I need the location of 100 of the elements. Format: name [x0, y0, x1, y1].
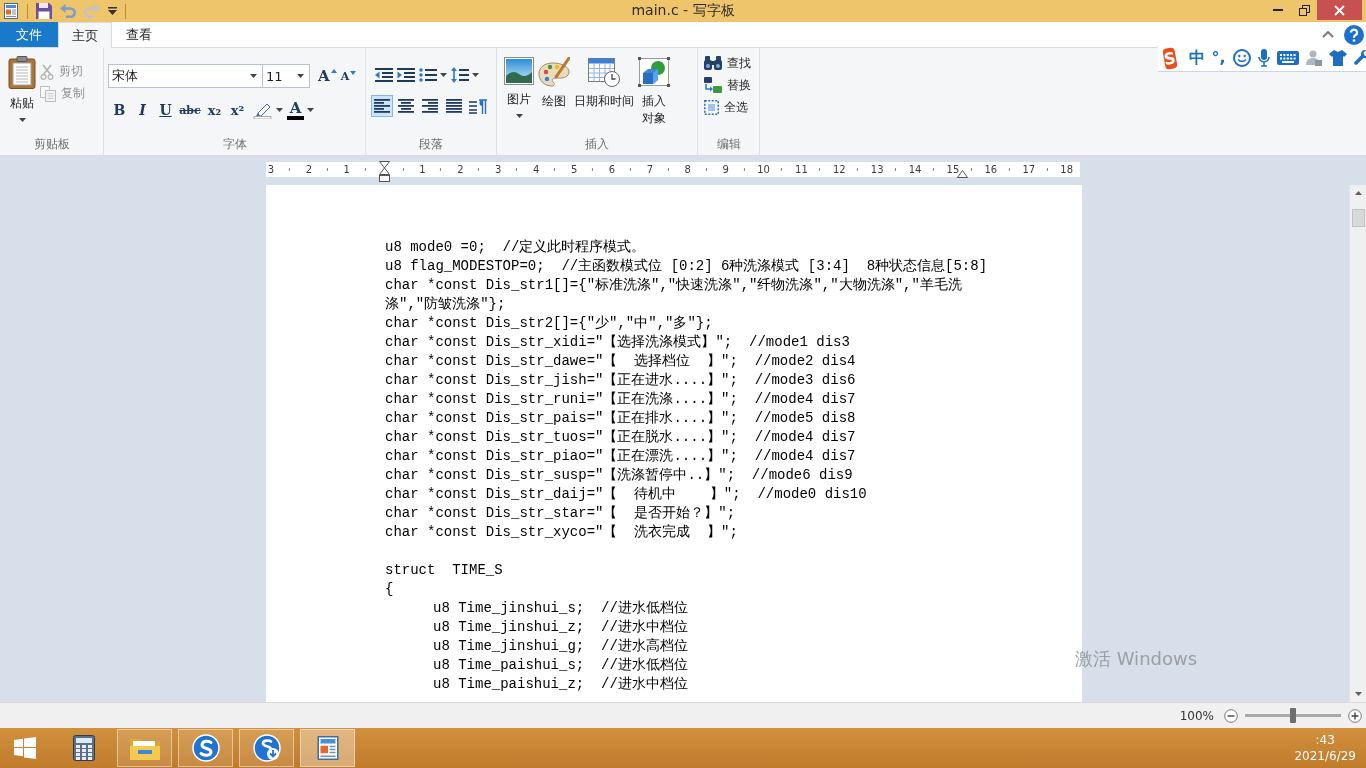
insert-object-button[interactable]: 插入对象 [636, 57, 672, 133]
punctuation-toggle[interactable]: °, [1211, 50, 1226, 66]
underline-button[interactable]: U [154, 99, 177, 121]
clock-date: 2021/6/29 [1294, 748, 1356, 764]
ime-logo[interactable]: S [1162, 46, 1178, 70]
align-justify-icon [446, 99, 462, 113]
code-line: char *const Dis_str1[]={"标准洗涤","快速洗涤","纤物洗涤","大物洗涤","羊毛洗 [385, 276, 962, 295]
code-line: { [385, 580, 394, 599]
ruler-number: 18 [1060, 164, 1073, 175]
scroll-thumb[interactable] [1351, 209, 1365, 227]
caret-down-icon[interactable] [108, 7, 117, 15]
browser-button[interactable] [178, 729, 233, 767]
line-spacing-icon [451, 67, 469, 83]
picture-button[interactable]: 图片 [502, 57, 536, 133]
paint-button[interactable]: 绘图 [536, 57, 572, 133]
font-size-dropdown[interactable]: 11 [262, 64, 310, 88]
group-label: 插入 [584, 135, 610, 153]
italic-button[interactable]: I [131, 99, 154, 121]
caret-down-icon [297, 74, 304, 78]
download-icon [252, 734, 281, 762]
ruler-number: 14 [908, 164, 922, 175]
caret-down-icon [276, 108, 283, 112]
code-line: char *const Dis_str_susp="【洗涤暂停中..】"; //mode6 dis9 [385, 466, 853, 485]
code-line: 涤","防皱洗涤"}; [385, 295, 506, 314]
activation-notice: 激活 Windows [1075, 647, 1198, 671]
wordpad-button[interactable] [300, 729, 355, 767]
shirt-icon[interactable] [1328, 50, 1347, 66]
user-icon[interactable] [1305, 50, 1322, 66]
pilcrow-icon [469, 98, 487, 114]
bold-button[interactable]: B [108, 99, 131, 121]
clipboard-icon [8, 56, 36, 89]
caret-up-icon[interactable] [1354, 191, 1362, 195]
ruler-number: 6 [608, 164, 616, 175]
hourglass-marker-icon[interactable] [379, 161, 390, 182]
help-icon[interactable] [1344, 24, 1364, 45]
ruler-number: 12 [832, 164, 846, 175]
date-time-button[interactable]: 日期和时间 [572, 57, 636, 133]
keyboard-icon[interactable] [1276, 51, 1299, 65]
code-line: char *const Dis_str_xyco="【 洗衣完成 】"; [385, 523, 738, 542]
window-title: main.c - 写字板 [631, 2, 735, 20]
smiley-icon[interactable] [1232, 49, 1251, 67]
triangle-marker-icon[interactable] [957, 170, 968, 178]
group-label: 字体 [221, 135, 248, 153]
ruler-number: 2 [305, 164, 312, 175]
select-all-button[interactable]: 全选 [704, 96, 759, 118]
ruler-number: 5 [570, 164, 578, 175]
input-mode-toggle[interactable]: 中 [1188, 50, 1205, 66]
wrench-icon[interactable] [1353, 50, 1366, 66]
align-right-icon [422, 99, 438, 113]
code-line: char *const Dis_str_jish="【正在进水....】"; //mode3 dis6 [385, 371, 856, 390]
close-button[interactable] [1317, 0, 1362, 20]
caret-down-icon [18, 118, 26, 122]
restore-icon [1298, 4, 1310, 16]
caret-down-icon [440, 73, 447, 77]
outdent-icon [375, 68, 393, 82]
document-icon [315, 736, 340, 760]
close-icon [1334, 4, 1345, 16]
code-line: struct TIME_S [385, 561, 503, 580]
code-line: char *const Dis_str_runi="【正在洗涤....】"; //mode4 dis7 [385, 390, 856, 409]
ruler-number: 4 [533, 164, 540, 175]
ribbon-tab[interactable]: 主页 [58, 22, 112, 48]
align-center-icon [398, 99, 414, 113]
code-line: char *const Dis_str_daij="【 待机中 】"; //mode0 dis10 [385, 485, 867, 504]
save-icon[interactable] [36, 3, 52, 19]
font-family-dropdown[interactable]: 宋体 [108, 64, 263, 88]
replace-button[interactable]: 替换 [704, 74, 759, 96]
zoom-percentage: 100% [1179, 708, 1214, 723]
font-color-button[interactable]: A [287, 99, 314, 121]
paste-button[interactable]: 粘贴 [6, 56, 38, 133]
caret-down-icon[interactable] [1354, 692, 1362, 696]
strikethrough-button[interactable]: abc [177, 99, 203, 121]
code-line: u8 mode0 =0; //定义此时程序模式。 [385, 238, 646, 257]
find-button[interactable]: 查找 [704, 52, 759, 74]
downloader-button[interactable] [239, 729, 294, 767]
align-left-button[interactable] [371, 95, 393, 117]
zoom-out-icon[interactable] [1224, 708, 1238, 723]
caret-down-icon [307, 108, 314, 112]
code-line: char *const Dis_str_tuos="【正在脱水....】"; //mode4 dis7 [385, 428, 856, 447]
ruler-number: 13 [870, 164, 884, 175]
swatch-icon [287, 115, 304, 120]
code-line: u8 Time_jinshui_g; //进水高档位 [432, 637, 688, 656]
code-line: char *const Dis_str_star="【 是否开始？】"; [385, 504, 736, 523]
binoculars-icon [704, 56, 722, 70]
file-explorer-button[interactable] [117, 729, 172, 767]
microphone-icon[interactable] [1257, 49, 1270, 67]
ribbon-tab[interactable]: 文件 [0, 22, 58, 47]
zoom-in-icon[interactable] [1348, 708, 1362, 723]
caret-down-icon [350, 70, 357, 75]
group-label: 段落 [418, 135, 444, 153]
superscript-button[interactable]: x² [226, 99, 249, 121]
highlighter-icon [253, 101, 273, 119]
bullet-list-icon [419, 68, 437, 82]
shrink-font-button[interactable]: A [340, 70, 357, 82]
grow-font-button[interactable]: A [318, 68, 337, 84]
chevron-up-icon[interactable] [1322, 31, 1334, 38]
subscript-button[interactable]: x₂ [203, 99, 226, 121]
landscape-picture-icon [504, 57, 534, 85]
swirl-logo-icon [191, 734, 220, 762]
slider-thumb[interactable] [1290, 708, 1296, 723]
align-left-icon [374, 99, 390, 113]
